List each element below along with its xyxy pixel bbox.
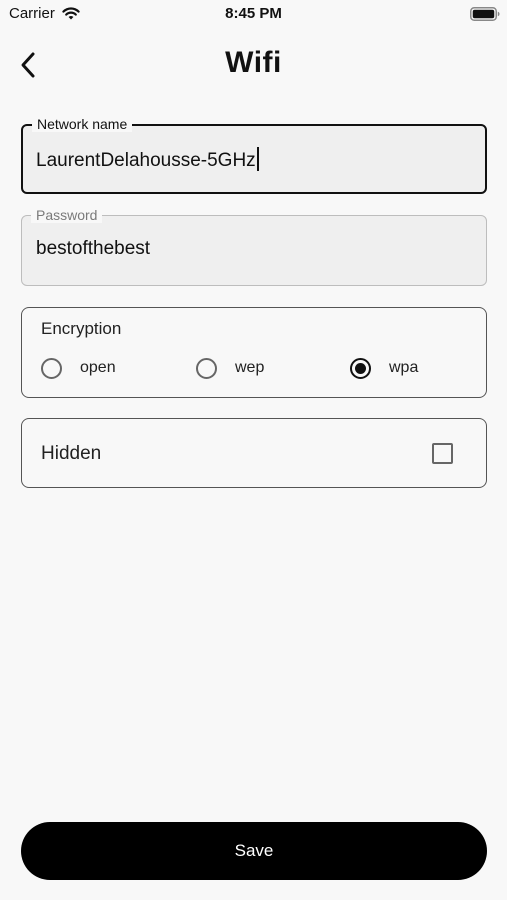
save-button[interactable]: Save bbox=[21, 822, 487, 880]
password-field[interactable]: Password bestofthebest bbox=[21, 207, 487, 286]
text-cursor bbox=[256, 147, 259, 171]
battery-icon bbox=[470, 7, 500, 21]
save-button-label: Save bbox=[234, 841, 274, 860]
encryption-group: Encryption open wep wpa bbox=[21, 307, 487, 398]
hidden-label: Hidden bbox=[41, 443, 102, 464]
radio-wep-label: wep bbox=[235, 359, 265, 376]
radio-open-circle[interactable] bbox=[41, 357, 62, 379]
hidden-row: Hidden bbox=[21, 418, 487, 488]
hidden-checkbox[interactable] bbox=[432, 443, 453, 464]
header: Wifi bbox=[0, 38, 507, 92]
radio-wep[interactable]: wep bbox=[196, 356, 264, 380]
status-bar: Carrier 8:45 PM bbox=[0, 0, 507, 30]
password-input[interactable]: bestofthebest bbox=[36, 238, 150, 260]
password-label: Password bbox=[31, 207, 103, 223]
network-name-label: Network name bbox=[32, 116, 133, 132]
radio-wep-circle[interactable] bbox=[196, 357, 217, 379]
status-time: 8:45 PM bbox=[225, 5, 282, 22]
network-name-value: LaurentDelahousse-5GHz bbox=[36, 150, 256, 171]
network-name-field[interactable]: Network name LaurentDelahousse-5GHz bbox=[21, 116, 487, 194]
radio-wpa-label: wpa bbox=[389, 359, 419, 376]
radio-wpa[interactable]: wpa bbox=[350, 356, 418, 380]
radio-open[interactable]: open bbox=[41, 356, 116, 380]
encryption-title: Encryption bbox=[41, 319, 122, 338]
radio-wpa-circle[interactable] bbox=[350, 357, 371, 379]
radio-selected-dot bbox=[355, 362, 366, 374]
radio-open-label: open bbox=[80, 359, 116, 376]
network-name-input[interactable]: LaurentDelahousse-5GHz bbox=[36, 147, 259, 172]
page-title: Wifi bbox=[225, 46, 282, 79]
password-value: bestofthebest bbox=[36, 238, 151, 259]
